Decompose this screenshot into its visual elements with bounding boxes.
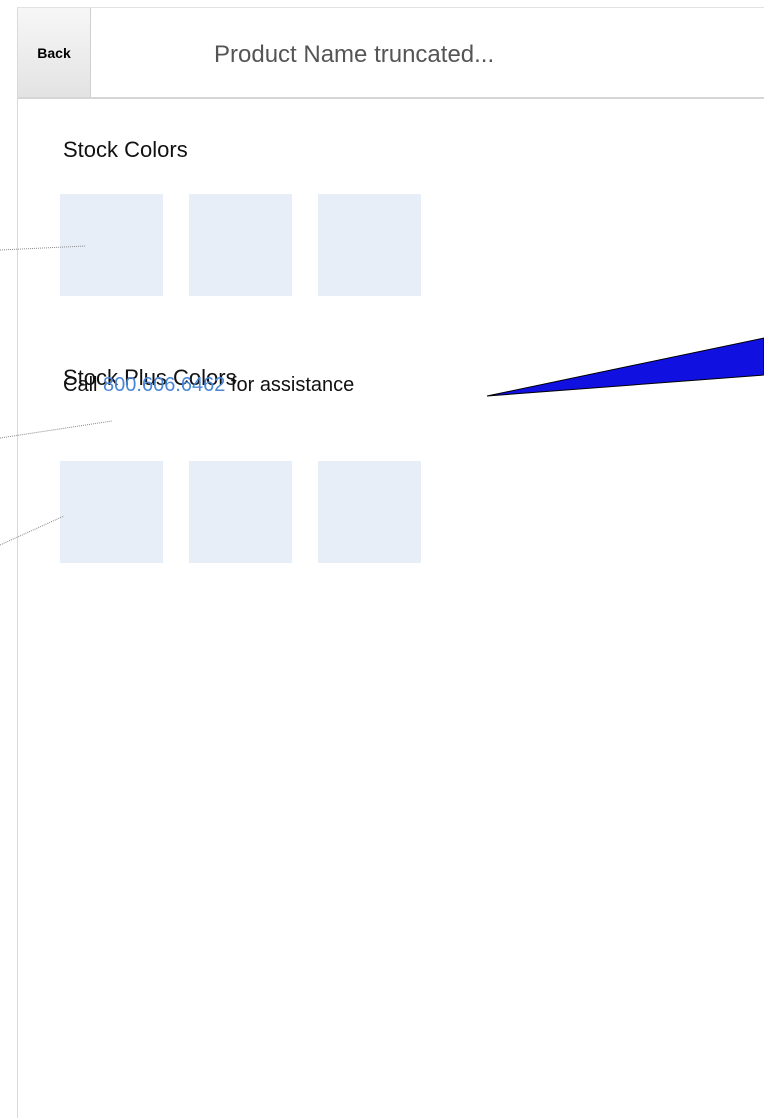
assistance-prefix: Call xyxy=(63,374,104,396)
assistance-suffix: for assistance xyxy=(225,374,355,396)
stock-colors-swatches xyxy=(60,194,421,296)
back-button[interactable]: Back xyxy=(18,8,91,97)
assistance-text: Call 800.606.6462 for assistance xyxy=(63,374,354,397)
stock-colors-heading: Stock Colors xyxy=(63,137,188,162)
stock-color-swatch[interactable] xyxy=(60,194,163,296)
page-title: Product Name truncated... xyxy=(214,41,495,68)
stock-plus-color-swatch[interactable] xyxy=(189,461,292,563)
app-frame: Back Product Name truncated... Stock Col… xyxy=(17,7,764,1118)
phone-link[interactable]: 800.606.6462 xyxy=(103,374,225,396)
stock-plus-color-swatch[interactable] xyxy=(60,461,163,563)
stock-plus-colors-swatches xyxy=(60,461,421,563)
stock-color-swatch[interactable] xyxy=(318,194,421,296)
stock-plus-color-swatch[interactable] xyxy=(318,461,421,563)
stock-color-swatch[interactable] xyxy=(189,194,292,296)
header-bar: Back Product Name truncated... xyxy=(18,8,764,99)
